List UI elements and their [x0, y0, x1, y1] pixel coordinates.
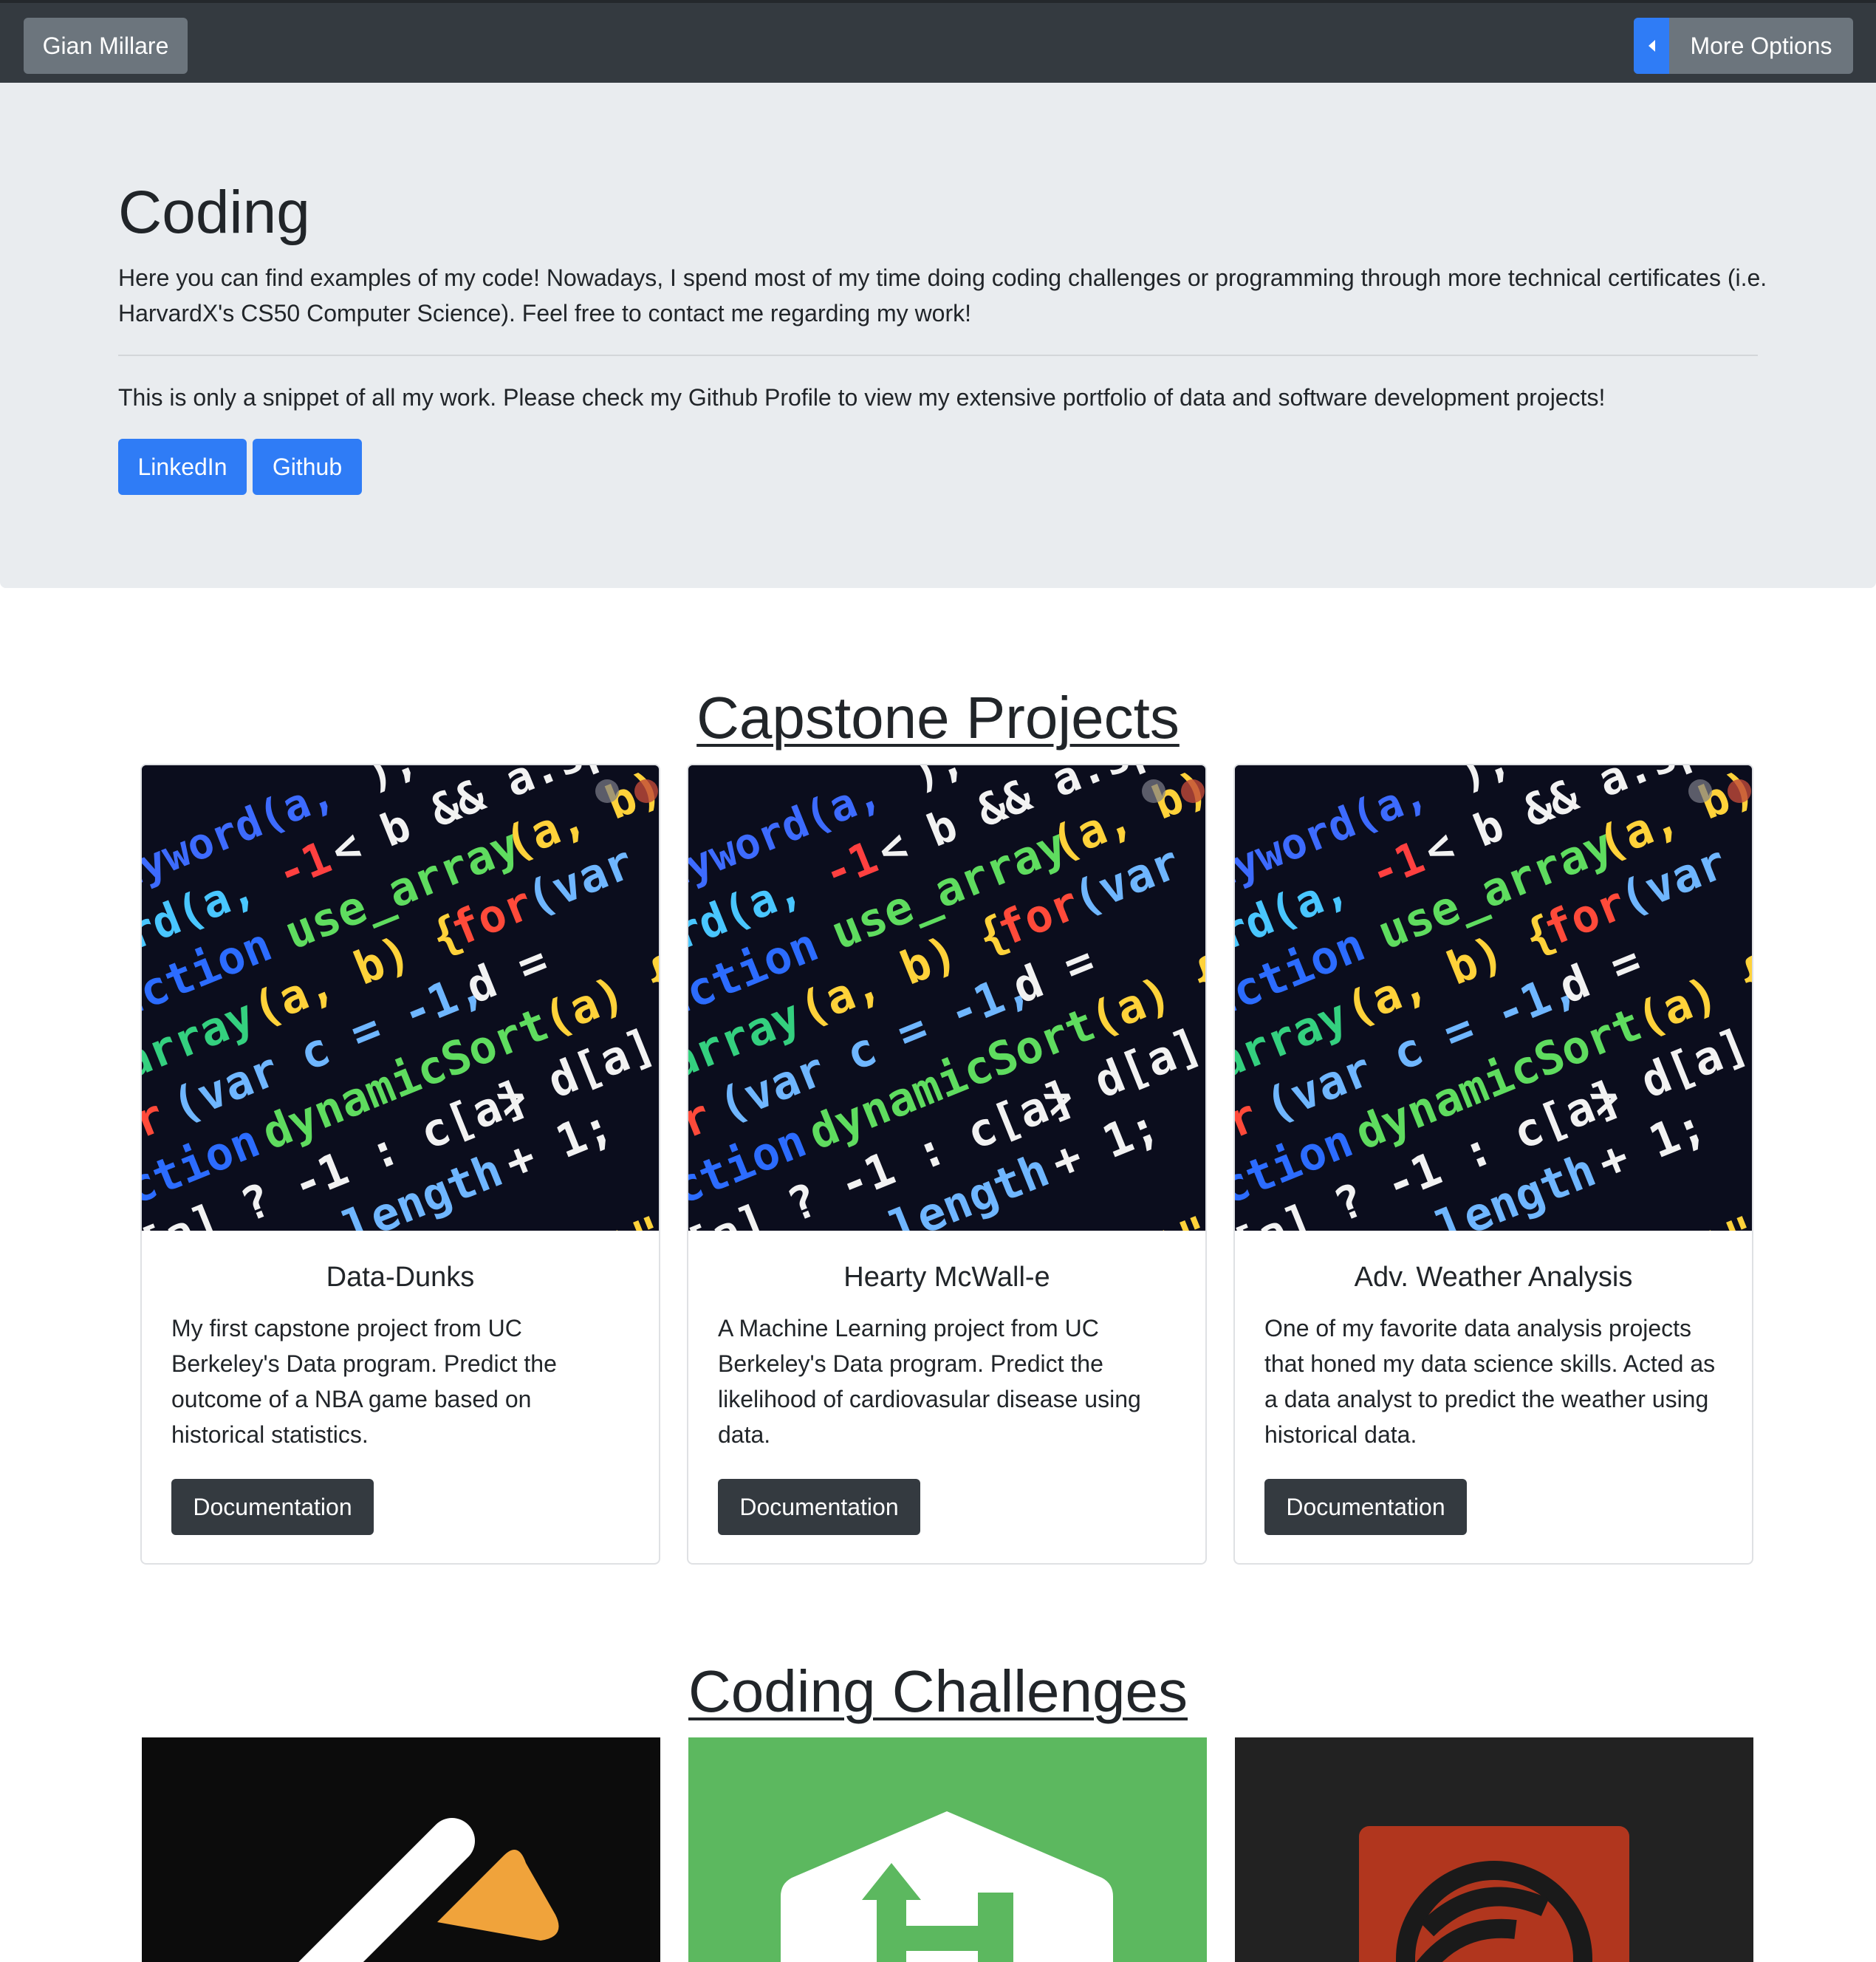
page-title: Coding [118, 179, 310, 246]
card-title: Adv. Weather Analysis [1354, 1262, 1633, 1293]
card-text: One of my favorite data analysis project… [1264, 1315, 1716, 1448]
card-title: Hearty McWall-e [843, 1262, 1050, 1293]
card-text: My first capstone project from UC Berkel… [171, 1315, 557, 1448]
hero-jumbotron: Coding Here you can find examples of my … [0, 83, 1876, 588]
codewars-logo-image[interactable] [1235, 1737, 1753, 1962]
top-navbar: Gian Millare More Options [0, 0, 1876, 83]
more-options-label: More Options [1690, 32, 1832, 59]
documentation-button[interactable]: Documentation [171, 1479, 374, 1535]
project-card-data-dunks: Data-Dunks My first capstone project fro… [140, 764, 660, 1565]
more-options-dropdown[interactable]: More Options [1634, 18, 1853, 74]
capstone-projects-heading: Capstone Projects [696, 685, 1180, 751]
card-text: A Machine Learning project from UC Berke… [718, 1315, 1141, 1448]
hero-lead-text: Here you can find examples of my code! N… [118, 264, 1767, 327]
caret-left-icon [1634, 18, 1669, 74]
github-button[interactable]: Github [253, 439, 362, 495]
codesignal-logo-image[interactable] [142, 1737, 660, 1962]
coding-challenges-heading: Coding Challenges [688, 1658, 1188, 1724]
project-card-weather-analysis: Adv. Weather Analysis One of my favorite… [1233, 764, 1753, 1565]
hero-note-text: This is only a snippet of all my work. P… [118, 384, 1606, 411]
hackerrank-logo-image[interactable] [688, 1737, 1207, 1962]
code-image [142, 765, 659, 1231]
card-title: Data-Dunks [326, 1262, 475, 1293]
documentation-button[interactable]: Documentation [718, 1479, 920, 1535]
project-card-hearty-mcwall-e: Hearty McWall-e A Machine Learning proje… [687, 764, 1207, 1565]
brand-button[interactable]: Gian Millare [24, 18, 188, 74]
documentation-button[interactable]: Documentation [1264, 1479, 1467, 1535]
divider [118, 355, 1758, 356]
code-image [1235, 765, 1752, 1231]
code-image [688, 765, 1205, 1231]
linkedin-button[interactable]: LinkedIn [118, 439, 247, 495]
